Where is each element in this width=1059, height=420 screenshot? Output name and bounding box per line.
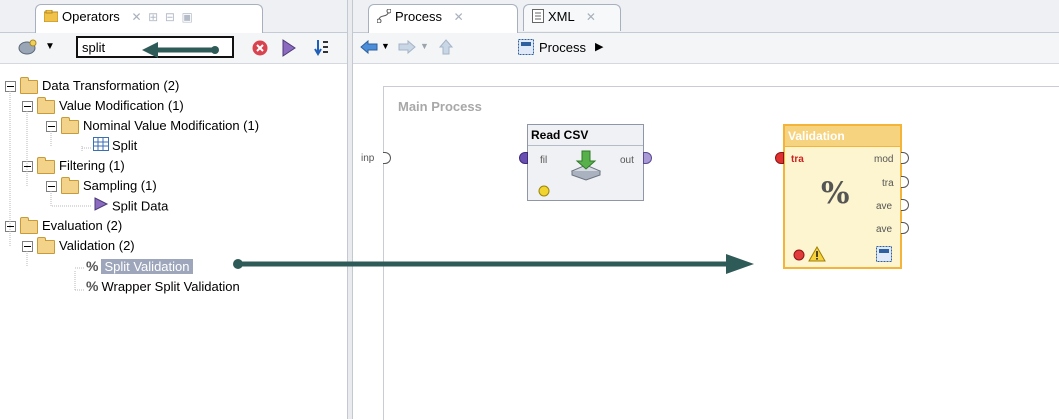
tree-label: Split Data [112,198,169,214]
warning-icon [808,245,826,265]
tree-label: Wrapper Split Validation [101,279,240,294]
close-icon[interactable]: ✕ [454,10,464,24]
maximize-icon[interactable]: ▣ [182,10,193,24]
breadcrumb[interactable]: Process [539,40,586,55]
status-light-icon [538,185,550,200]
close-icon[interactable]: ✕ [586,10,596,24]
validation-in-port-label: tra [791,154,804,165]
up-icon[interactable] [438,39,454,58]
forward-icon[interactable] [398,39,416,57]
annotation-arrow-right [233,254,754,274]
tab-process-label: Process [395,9,442,24]
tab-xml-label: XML [548,9,575,24]
breadcrumb-chevron-icon[interactable]: ▶ [595,40,603,53]
validation-out-port-label: ave [876,201,893,212]
back-menu-chevron-icon[interactable]: ▼ [381,41,390,51]
canvas-title: Main Process [398,99,482,114]
validation-operator[interactable]: Validation tra mod tra ave ave % [783,124,902,269]
validation-out-port-label: ave [876,224,893,235]
close-icon[interactable]: ✕ [131,10,141,24]
read-csv-operator[interactable]: Read CSV fil out [527,124,644,201]
validation-in-port[interactable] [775,152,784,164]
validation-out-port-label: tra [882,178,894,189]
sort-icon[interactable] [313,38,329,61]
tab-process[interactable]: Process ✕ [368,4,518,33]
read-csv-in-port-label: fil [540,155,548,166]
back-icon[interactable] [360,39,378,57]
tab-xml[interactable]: XML ✕ [523,4,621,31]
operators-tab-label: Operators [62,9,120,24]
process-tabbar: Process ✕ XML ✕ [353,0,1059,33]
filter-icon[interactable] [280,38,298,61]
process-toolbar: ▼ ▼ Process ▶ [353,33,1059,64]
forward-menu-chevron-icon[interactable]: ▼ [420,41,429,51]
subprocess-icon[interactable] [876,246,892,265]
process-breadcrumb-icon [518,39,534,58]
xml-icon [532,9,544,26]
minimize-icon[interactable]: ⊞ [148,10,158,24]
validation-title: Validation [785,126,900,147]
search-input[interactable] [82,40,142,55]
read-csv-icon [568,149,604,184]
pin-icon[interactable]: ⊟ [165,10,175,24]
chevron-down-icon[interactable]: ▼ [45,41,55,52]
clear-search-icon[interactable] [252,40,268,59]
read-csv-out-port-label: out [620,155,634,166]
read-csv-in-port[interactable] [519,152,528,164]
annotation-arrow-left [142,42,219,58]
process-icon [376,8,392,26]
status-light-icon [793,249,805,264]
operators-tab-icon [43,9,59,25]
percent-icon: % [821,176,850,211]
tree-lines [9,91,92,291]
process-input-port-label: inp [361,153,375,164]
read-csv-title: Read CSV [528,125,643,146]
operators-panel: Operators ✕ ⊞ ⊟ ▣ ▼ Data Transfo [0,0,347,419]
tab-operators[interactable]: Operators ✕ ⊞ ⊟ ▣ [35,4,263,33]
validation-out-port-label: mod [874,154,894,165]
operator-group-icon[interactable] [18,38,38,59]
operators-tabbar: Operators ✕ ⊞ ⊟ ▣ [0,0,347,33]
